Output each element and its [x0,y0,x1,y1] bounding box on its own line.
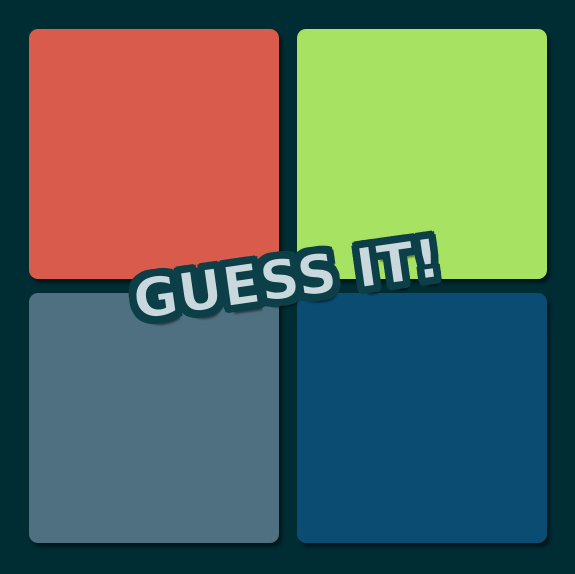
game-board: GUESS IT! [0,0,575,574]
color-tile-top-left[interactable] [29,29,279,279]
color-tile-bottom-left[interactable] [29,293,279,543]
color-tile-bottom-right[interactable] [297,293,547,543]
color-tile-top-right[interactable] [297,29,547,279]
